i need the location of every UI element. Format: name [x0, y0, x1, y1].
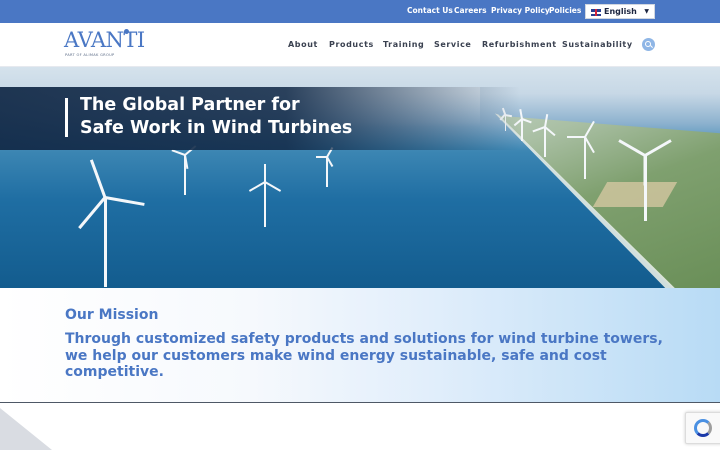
uk-flag-icon [591, 9, 601, 16]
recaptcha-icon [694, 419, 712, 437]
language-selector[interactable]: English ▼ [585, 4, 655, 19]
nav-refurbishment[interactable]: Refurbishment [482, 40, 557, 49]
mission-heading: Our Mission [65, 307, 159, 323]
avanti-logo[interactable]: AVANTI PART OF ALIMAK GROUP [64, 28, 145, 62]
hero-title-line-2: Safe Work in Wind Turbines [80, 118, 353, 138]
chevron-down-icon: ▼ [644, 8, 649, 15]
privacy-policy-link[interactable]: Privacy Policy [491, 6, 550, 15]
hero-accent-bar [65, 98, 68, 137]
contact-us-link[interactable]: Contact Us [407, 6, 453, 15]
site-header: AVANTI PART OF ALIMAK GROUP About Produc… [0, 23, 720, 67]
nav-service[interactable]: Service [434, 40, 471, 49]
logo-dot [124, 29, 129, 34]
recaptcha-badge[interactable] [685, 412, 720, 444]
logo-wordmark: AVANTI [64, 28, 145, 52]
search-icon[interactable] [642, 38, 655, 51]
mission-text: Through customized safety products and s… [65, 331, 663, 380]
logo-subtext: PART OF ALIMAK GROUP [65, 53, 115, 57]
field-patch [592, 182, 678, 207]
nav-about[interactable]: About [288, 40, 318, 49]
mission-section: Our Mission Through customized safety pr… [0, 288, 720, 403]
nav-sustainability[interactable]: Sustainability [562, 40, 633, 49]
language-label: English [604, 7, 637, 16]
nav-products[interactable]: Products [329, 40, 374, 49]
hero-banner: The Global Partner for Safe Work in Wind… [0, 67, 720, 288]
hero-title: The Global Partner for Safe Work in Wind… [80, 94, 500, 140]
careers-link[interactable]: Careers [454, 6, 487, 15]
hero-title-line-1: The Global Partner for [80, 95, 300, 115]
top-utility-bar: Contact Us Careers Privacy Policy Polici… [0, 0, 720, 23]
decorative-corner [0, 408, 52, 450]
nav-training[interactable]: Training [383, 40, 424, 49]
policies-link[interactable]: Policies [549, 6, 581, 15]
